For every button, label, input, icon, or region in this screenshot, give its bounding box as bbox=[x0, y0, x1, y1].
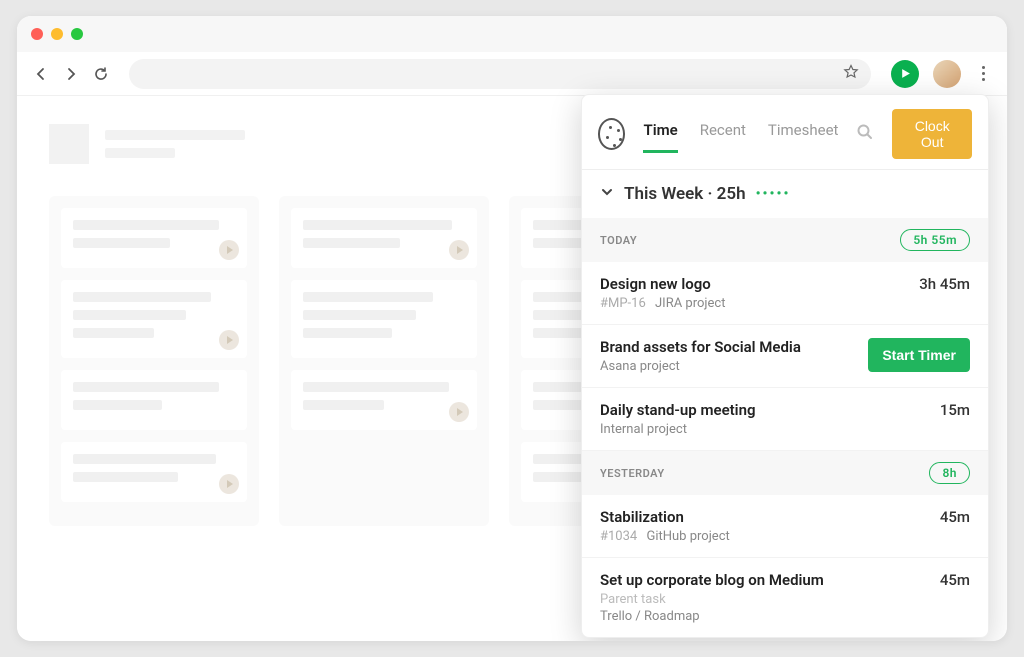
time-entry[interactable]: Design new logo #MP-16 JIRA project 3h 4… bbox=[582, 262, 988, 325]
entry-title: Design new logo bbox=[600, 275, 919, 293]
entry-project: Internal project bbox=[600, 422, 687, 437]
section-total-time: 5h 55m bbox=[900, 229, 970, 251]
entry-project: Asana project bbox=[600, 359, 680, 374]
entry-time: 45m bbox=[940, 508, 970, 526]
browser-window: Time Recent Timesheet Clock Out This Wee… bbox=[17, 16, 1007, 641]
entry-time: 45m bbox=[940, 571, 970, 589]
browser-toolbar bbox=[17, 52, 1007, 96]
user-avatar[interactable] bbox=[933, 60, 961, 88]
entry-time: 15m bbox=[940, 401, 970, 419]
section-label: TODAY bbox=[600, 234, 637, 247]
tab-recent[interactable]: Recent bbox=[700, 121, 746, 147]
browser-menu-icon[interactable] bbox=[975, 64, 991, 84]
bookmark-star-icon[interactable] bbox=[843, 64, 859, 84]
entry-project: GitHub project bbox=[646, 529, 729, 544]
time-entry[interactable]: Daily stand-up meeting Internal project … bbox=[582, 388, 988, 451]
entry-parent: Parent task bbox=[600, 592, 940, 607]
forward-button[interactable] bbox=[63, 66, 79, 82]
entry-tag: #1034 bbox=[600, 529, 637, 544]
section-label: YESTERDAY bbox=[600, 467, 665, 480]
reload-button[interactable] bbox=[93, 66, 109, 82]
entry-title: Brand assets for Social Media bbox=[600, 338, 868, 356]
entry-title: Stabilization bbox=[600, 508, 940, 526]
maximize-window-icon[interactable] bbox=[71, 28, 83, 40]
entry-project: Trello / Roadmap bbox=[600, 609, 700, 624]
entry-project: JIRA project bbox=[655, 296, 725, 311]
url-bar[interactable] bbox=[129, 59, 871, 89]
week-label: This Week · 25h bbox=[624, 184, 746, 204]
popup-header: Time Recent Timesheet Clock Out bbox=[582, 95, 988, 169]
extension-play-button[interactable] bbox=[891, 60, 919, 88]
section-total-time: 8h bbox=[929, 462, 970, 484]
time-tracker-popup: Time Recent Timesheet Clock Out This Wee… bbox=[581, 94, 989, 638]
section-header-today: TODAY 5h 55m bbox=[582, 218, 988, 262]
close-window-icon[interactable] bbox=[31, 28, 43, 40]
section-header-yesterday: YESTERDAY 8h bbox=[582, 451, 988, 495]
tab-time[interactable]: Time bbox=[643, 121, 677, 147]
time-entry[interactable]: Brand assets for Social Media Asana proj… bbox=[582, 325, 988, 388]
entry-time: 3h 45m bbox=[919, 275, 970, 293]
app-logo-icon bbox=[598, 118, 625, 150]
progress-dots-icon: ••••• bbox=[756, 186, 791, 202]
clock-out-button[interactable]: Clock Out bbox=[892, 109, 972, 159]
chevron-down-icon bbox=[600, 184, 614, 204]
time-entry[interactable]: Set up corporate blog on Medium Parent t… bbox=[582, 558, 988, 637]
title-bar bbox=[17, 16, 1007, 52]
entry-title: Daily stand-up meeting bbox=[600, 401, 940, 419]
start-timer-button[interactable]: Start Timer bbox=[868, 338, 970, 372]
week-summary-row[interactable]: This Week · 25h ••••• bbox=[582, 169, 988, 218]
time-entry[interactable]: Stabilization #1034 GitHub project 45m bbox=[582, 495, 988, 558]
minimize-window-icon[interactable] bbox=[51, 28, 63, 40]
tab-timesheet[interactable]: Timesheet bbox=[768, 121, 839, 147]
entry-title: Set up corporate blog on Medium bbox=[600, 571, 940, 589]
back-button[interactable] bbox=[33, 66, 49, 82]
entry-tag: #MP-16 bbox=[600, 296, 646, 311]
search-icon[interactable] bbox=[856, 123, 874, 145]
